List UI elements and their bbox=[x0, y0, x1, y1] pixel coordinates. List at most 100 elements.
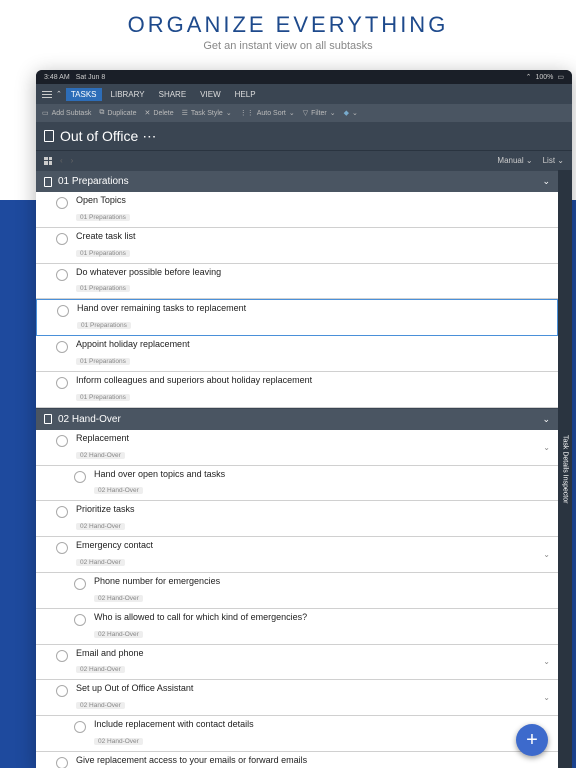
up-icon[interactable]: ⌃ bbox=[56, 90, 62, 98]
subnav: ‹ › Manual ⌄ List ⌄ bbox=[36, 150, 572, 170]
chevron-down-icon: ⌄ bbox=[542, 176, 550, 187]
task-style-button[interactable]: ☰Task Style⌄ bbox=[182, 109, 232, 117]
checkbox-circle[interactable] bbox=[56, 341, 68, 353]
checkbox-circle[interactable] bbox=[56, 506, 68, 518]
task-tag: 02 Hand-Over bbox=[94, 631, 143, 638]
task-title: Appoint holiday replacement bbox=[76, 339, 550, 350]
checkbox-circle[interactable] bbox=[74, 721, 86, 733]
task-row[interactable]: Set up Out of Office Assistant 02 Hand-Ov… bbox=[36, 680, 558, 716]
status-time: 3:48 AM bbox=[44, 74, 70, 81]
menu-library[interactable]: LIBRARY bbox=[106, 88, 150, 101]
task-row[interactable]: Give replacement access to your emails o… bbox=[36, 752, 558, 768]
task-tag: 02 Hand-Over bbox=[94, 595, 143, 602]
task-title: Email and phone bbox=[76, 648, 539, 659]
section-header[interactable]: 02 Hand-Over ⌄ bbox=[36, 408, 558, 430]
task-title: Phone number for emergencies bbox=[94, 576, 550, 587]
chevron-down-icon[interactable]: ⌄ bbox=[543, 657, 550, 666]
task-row[interactable]: Replacement 02 Hand-Over ⌄ bbox=[36, 430, 558, 466]
checkbox-circle[interactable] bbox=[74, 614, 86, 626]
status-bar: 3:48 AM Sat Jun 8 ⌃ 100% ▭ bbox=[36, 70, 572, 84]
status-battery: 100% bbox=[535, 74, 553, 81]
task-title: Hand over open topics and tasks bbox=[94, 469, 550, 480]
task-row[interactable]: Do whatever possible before leaving01 Pr… bbox=[36, 264, 558, 300]
checkbox-circle[interactable] bbox=[56, 435, 68, 447]
auto-sort-button[interactable]: ⋮⋮Auto Sort⌄ bbox=[240, 109, 295, 117]
menu-tasks[interactable]: TASKS bbox=[66, 88, 102, 101]
section-header[interactable]: 01 Preparations ⌄ bbox=[36, 170, 558, 192]
checkbox-circle[interactable] bbox=[57, 305, 69, 317]
task-list[interactable]: 01 Preparations⌄Open Topics01 Preparatio… bbox=[36, 170, 558, 768]
task-row[interactable]: Email and phone 02 Hand-Over ⌄ bbox=[36, 645, 558, 681]
task-title: Prioritize tasks bbox=[76, 504, 550, 515]
task-tag: 02 Hand-Over bbox=[76, 666, 125, 673]
nav-next-icon[interactable]: › bbox=[71, 156, 74, 165]
delete-button[interactable]: ✕Delete bbox=[145, 109, 174, 117]
task-row[interactable]: Inform colleagues and superiors about ho… bbox=[36, 372, 558, 408]
task-row[interactable]: Include replacement with contact details… bbox=[36, 716, 558, 752]
task-row[interactable]: Hand over remaining tasks to replacement… bbox=[36, 299, 558, 336]
folder-icon bbox=[44, 414, 52, 424]
task-row[interactable]: Appoint holiday replacement 01 Preparatio… bbox=[36, 336, 558, 372]
checkbox-circle[interactable] bbox=[56, 269, 68, 281]
checkbox-circle[interactable] bbox=[56, 650, 68, 662]
checkbox-circle[interactable] bbox=[74, 578, 86, 590]
checkbox-circle[interactable] bbox=[56, 685, 68, 697]
task-row[interactable]: Hand over open topics and tasks02 Hand-O… bbox=[36, 466, 558, 502]
task-title: Emergency contact bbox=[76, 540, 539, 551]
task-title: Hand over remaining tasks to replacement bbox=[77, 303, 549, 314]
hamburger-icon[interactable] bbox=[42, 91, 52, 98]
promo-title: ORGANIZE EVERYTHING bbox=[0, 12, 576, 38]
task-row[interactable]: Create task list01 Preparations bbox=[36, 228, 558, 264]
task-tag: 02 Hand-Over bbox=[76, 702, 125, 709]
title-bar: Out of Office ⋯ bbox=[36, 122, 572, 150]
duplicate-button[interactable]: ⧉Duplicate bbox=[99, 109, 136, 117]
task-tag: 01 Preparations bbox=[76, 250, 130, 257]
filter-button[interactable]: ▽Filter⌄ bbox=[303, 109, 336, 117]
status-date: Sat Jun 8 bbox=[76, 74, 106, 81]
task-tag: 01 Preparations bbox=[76, 358, 130, 365]
add-button[interactable]: + bbox=[516, 724, 548, 756]
chevron-down-icon[interactable]: ⌄ bbox=[543, 443, 550, 452]
task-title: Give replacement access to your emails o… bbox=[76, 755, 550, 766]
inspector-panel[interactable]: Task Details Inspector bbox=[558, 170, 572, 768]
task-tag: 02 Hand-Over bbox=[76, 559, 125, 566]
chevron-down-icon: ⌄ bbox=[542, 414, 550, 425]
task-title: Open Topics bbox=[76, 195, 550, 206]
menu-view[interactable]: VIEW bbox=[195, 88, 225, 101]
manual-toggle[interactable]: Manual ⌄ bbox=[497, 156, 532, 165]
add-subtask-button[interactable]: ▭Add Subtask bbox=[42, 109, 91, 117]
task-row[interactable]: Open Topics01 Preparations bbox=[36, 192, 558, 228]
list-toggle[interactable]: List ⌄ bbox=[543, 156, 564, 165]
checkbox-circle[interactable] bbox=[74, 471, 86, 483]
checkbox-circle[interactable] bbox=[56, 377, 68, 389]
nav-prev-icon[interactable]: ‹ bbox=[60, 156, 63, 165]
menu-bar: ⌃ TASKS LIBRARY SHARE VIEW HELP bbox=[36, 84, 572, 104]
task-row[interactable]: Who is allowed to call for which kind of… bbox=[36, 609, 558, 645]
menu-help[interactable]: HELP bbox=[230, 88, 261, 101]
checkbox-circle[interactable] bbox=[56, 197, 68, 209]
task-title: Include replacement with contact details bbox=[94, 719, 550, 730]
task-row[interactable]: Emergency contact 02 Hand-Over ⌄ bbox=[36, 537, 558, 573]
app-window: 3:48 AM Sat Jun 8 ⌃ 100% ▭ ⌃ TASKS LIBRA… bbox=[36, 70, 572, 768]
checkbox-circle[interactable] bbox=[56, 542, 68, 554]
task-title: Do whatever possible before leaving bbox=[76, 267, 550, 278]
checkbox-circle[interactable] bbox=[56, 757, 68, 768]
section-title: 02 Hand-Over bbox=[58, 414, 121, 425]
task-title: Inform colleagues and superiors about ho… bbox=[76, 375, 550, 386]
grid-view-icon[interactable] bbox=[44, 157, 52, 165]
chevron-down-icon[interactable]: ⌄ bbox=[543, 693, 550, 702]
task-row[interactable]: Prioritize tasks02 Hand-Over bbox=[36, 501, 558, 537]
chevron-down-icon[interactable]: ⌄ bbox=[543, 550, 550, 559]
document-icon bbox=[44, 130, 54, 142]
menu-share[interactable]: SHARE bbox=[154, 88, 192, 101]
task-tag: 02 Hand-Over bbox=[76, 452, 125, 459]
promo-subtitle: Get an instant view on all subtasks bbox=[0, 40, 576, 52]
section-title: 01 Preparations bbox=[58, 176, 129, 187]
task-title: Who is allowed to call for which kind of… bbox=[94, 612, 550, 623]
task-row[interactable]: Phone number for emergencies 02 Hand-Over bbox=[36, 573, 558, 609]
title-more-icon[interactable]: ⋯ bbox=[142, 128, 156, 145]
task-title: Replacement bbox=[76, 433, 539, 444]
task-title: Set up Out of Office Assistant bbox=[76, 683, 539, 694]
checkbox-circle[interactable] bbox=[56, 233, 68, 245]
color-button[interactable]: ◆⌄ bbox=[344, 109, 358, 117]
